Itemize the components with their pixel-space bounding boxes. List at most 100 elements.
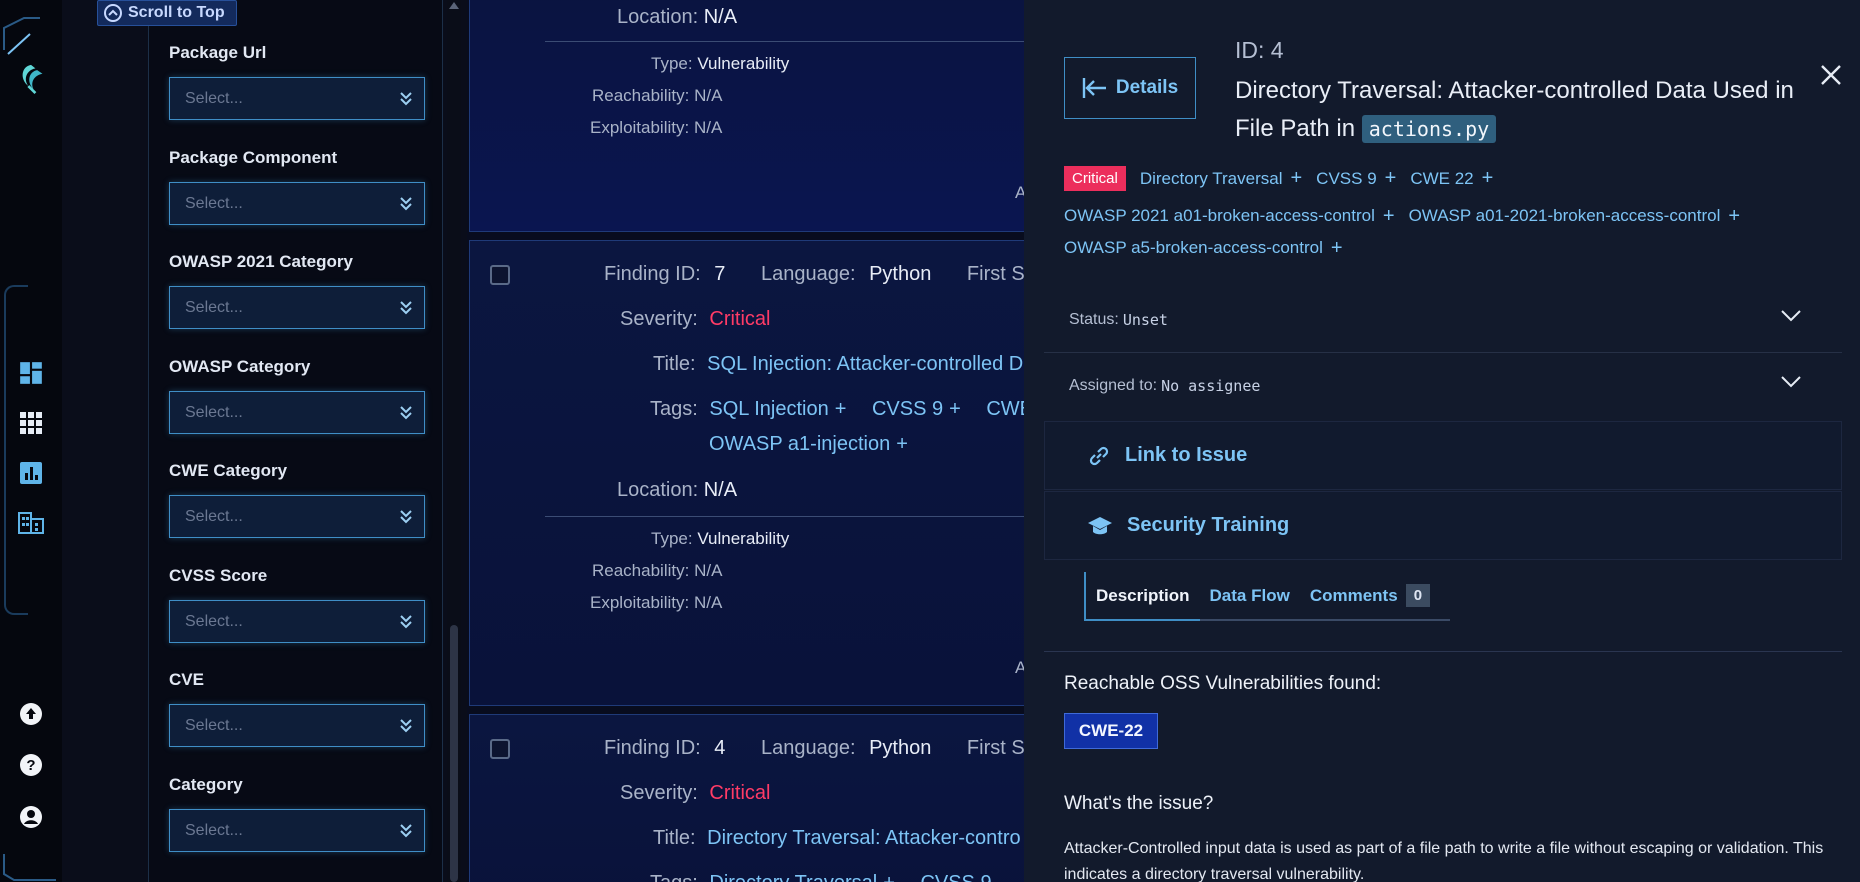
filters-scrollbar[interactable] <box>447 0 461 882</box>
dashboard-icon[interactable] <box>16 358 46 388</box>
double-chevron-icon <box>400 615 412 629</box>
cwe-chip[interactable]: CWE-22 <box>1064 713 1158 749</box>
nav-rail: ? <box>0 0 62 882</box>
add-tag-icon[interactable]: + <box>1290 168 1302 188</box>
cwe-select[interactable]: Select... <box>169 495 425 538</box>
tab-data-flow[interactable]: Data Flow <box>1199 572 1300 621</box>
security-training-button[interactable]: Security Training <box>1044 491 1842 560</box>
back-to-details-button[interactable]: Details <box>1064 57 1196 119</box>
reachability-label: Reachability: <box>592 86 690 105</box>
filters-panel: Package Url Select... Package Component … <box>148 0 443 882</box>
status-accordion: Status: Unset Assigned to: No assignee <box>1044 287 1842 419</box>
severity-badge: Critical <box>1064 166 1126 191</box>
tag-link[interactable]: CWE <box>986 398 1027 420</box>
apps-grid-icon[interactable] <box>16 408 46 438</box>
scroll-to-top-button[interactable]: Scroll to Top <box>97 0 237 26</box>
owasp-select[interactable]: Select... <box>169 391 425 434</box>
add-tag-icon[interactable]: + <box>1482 168 1494 188</box>
add-tag-icon[interactable]: + <box>835 398 847 420</box>
add-tag-icon[interactable]: + <box>1385 168 1397 188</box>
tag-link[interactable]: CVSS 9 <box>920 872 991 882</box>
reachability-value: N/A <box>694 86 723 105</box>
scroll-up-arrow[interactable] <box>449 2 459 9</box>
location-label: Location: <box>617 6 699 28</box>
close-icon[interactable] <box>1820 64 1842 86</box>
language-label: Language: <box>760 737 856 759</box>
finding-id-label: Finding ID: <box>604 263 701 285</box>
add-tag-icon[interactable]: + <box>1728 206 1740 226</box>
tag-link[interactable]: OWASP a1-injection <box>709 433 890 455</box>
filter-owasp: OWASP Category Select... <box>169 357 427 434</box>
double-chevron-icon <box>400 824 412 838</box>
filter-label: CWE Category <box>169 461 288 480</box>
finding-checkbox[interactable] <box>490 265 510 285</box>
finding-card[interactable]: Finding ID: 4 Language: Python First See… <box>469 714 1027 882</box>
filter-label: Package Component <box>169 148 338 167</box>
select-placeholder: Select... <box>185 507 243 525</box>
tag-link[interactable]: OWASP a01-2021-broken-access-control <box>1409 206 1721 226</box>
owasp-2021-select[interactable]: Select... <box>169 286 425 329</box>
type-label: Type: <box>651 529 693 548</box>
status-value: Unset <box>1122 310 1168 329</box>
tag-link[interactable]: CWE 22 <box>1410 169 1473 189</box>
chevron-down-icon <box>1781 310 1801 322</box>
add-tag-icon[interactable]: + <box>883 872 895 882</box>
package-url-select[interactable]: Select... <box>169 77 425 120</box>
add-tag-icon[interactable]: + <box>949 398 961 420</box>
filter-label: Package Url <box>169 43 267 62</box>
cvss-select[interactable]: Select... <box>169 600 425 643</box>
filter-label: CVSS Score <box>169 566 268 585</box>
tab-comments[interactable]: Comments 0 <box>1299 572 1451 621</box>
tag-link[interactable]: SQL Injection <box>709 398 828 420</box>
title-label: Title: <box>653 353 696 375</box>
finding-title-link[interactable]: SQL Injection: Attacker-controlled D <box>707 353 1023 375</box>
package-component-select[interactable]: Select... <box>169 182 425 225</box>
severity-label: Severity: <box>620 308 698 330</box>
finding-title-link[interactable]: Directory Traversal: Attacker-contro <box>707 827 1020 849</box>
exploitability-value: N/A <box>693 593 723 612</box>
tab-comments-label: Comments <box>1309 585 1398 605</box>
tag-link[interactable]: CVSS 9 <box>1316 169 1376 189</box>
scrollbar-thumb[interactable] <box>450 625 458 882</box>
svg-text:?: ? <box>26 757 35 774</box>
tag-link[interactable]: Directory Traversal <box>709 872 877 882</box>
finding-id-value: 4 <box>714 737 726 759</box>
filter-label: OWASP Category <box>169 357 311 376</box>
filter-label: Category <box>169 775 243 794</box>
tag-link[interactable]: OWASP a5-broken-access-control <box>1064 238 1323 258</box>
select-placeholder: Select... <box>185 194 243 212</box>
chart-icon[interactable] <box>16 458 46 488</box>
add-tag-icon[interactable]: + <box>1331 238 1343 258</box>
account-icon[interactable] <box>16 802 46 832</box>
finding-card[interactable]: Finding ID: 7 Language: Python First See… <box>469 240 1027 706</box>
upload-icon[interactable] <box>16 699 46 729</box>
status-row[interactable]: Status: Unset <box>1044 287 1842 353</box>
help-icon[interactable]: ? <box>16 750 46 780</box>
add-tag-icon[interactable]: + <box>1383 206 1395 226</box>
double-chevron-icon <box>400 719 412 733</box>
logo-icon[interactable] <box>16 64 46 95</box>
filter-cvss: CVSS Score Select... <box>169 566 427 643</box>
back-arrow-icon <box>1082 78 1106 98</box>
severity-label: Severity: <box>620 782 698 804</box>
finding-checkbox[interactable] <box>490 739 510 759</box>
location-value: N/A <box>703 6 738 28</box>
detail-tabs: Description Data Flow Comments 0 <box>1084 572 1451 621</box>
title-label: Title: <box>653 827 696 849</box>
tab-description[interactable]: Description <box>1084 572 1200 621</box>
link-to-issue-button[interactable]: Link to Issue <box>1044 421 1842 490</box>
tag-link[interactable]: OWASP 2021 a01-broken-access-control <box>1064 206 1375 226</box>
cve-select[interactable]: Select... <box>169 704 425 747</box>
add-tag-icon[interactable]: + <box>896 433 908 455</box>
tag-link[interactable]: CVSS 9 <box>872 398 943 420</box>
tag-link[interactable]: Directory Traversal <box>1140 169 1283 189</box>
issue-description: Attacker-Controlled input data is used a… <box>1064 840 1824 882</box>
assignee-row[interactable]: Assigned to: No assignee <box>1044 353 1842 419</box>
filter-cwe: CWE Category Select... <box>169 461 427 538</box>
language-label: Language: <box>760 263 856 285</box>
rail-bracket <box>4 285 28 615</box>
select-placeholder: Select... <box>185 612 243 630</box>
category-select[interactable]: Select... <box>169 809 425 852</box>
finding-card[interactable]: Location: N/A Type: Vulnerability Reacha… <box>469 0 1027 232</box>
building-icon[interactable] <box>16 508 46 538</box>
